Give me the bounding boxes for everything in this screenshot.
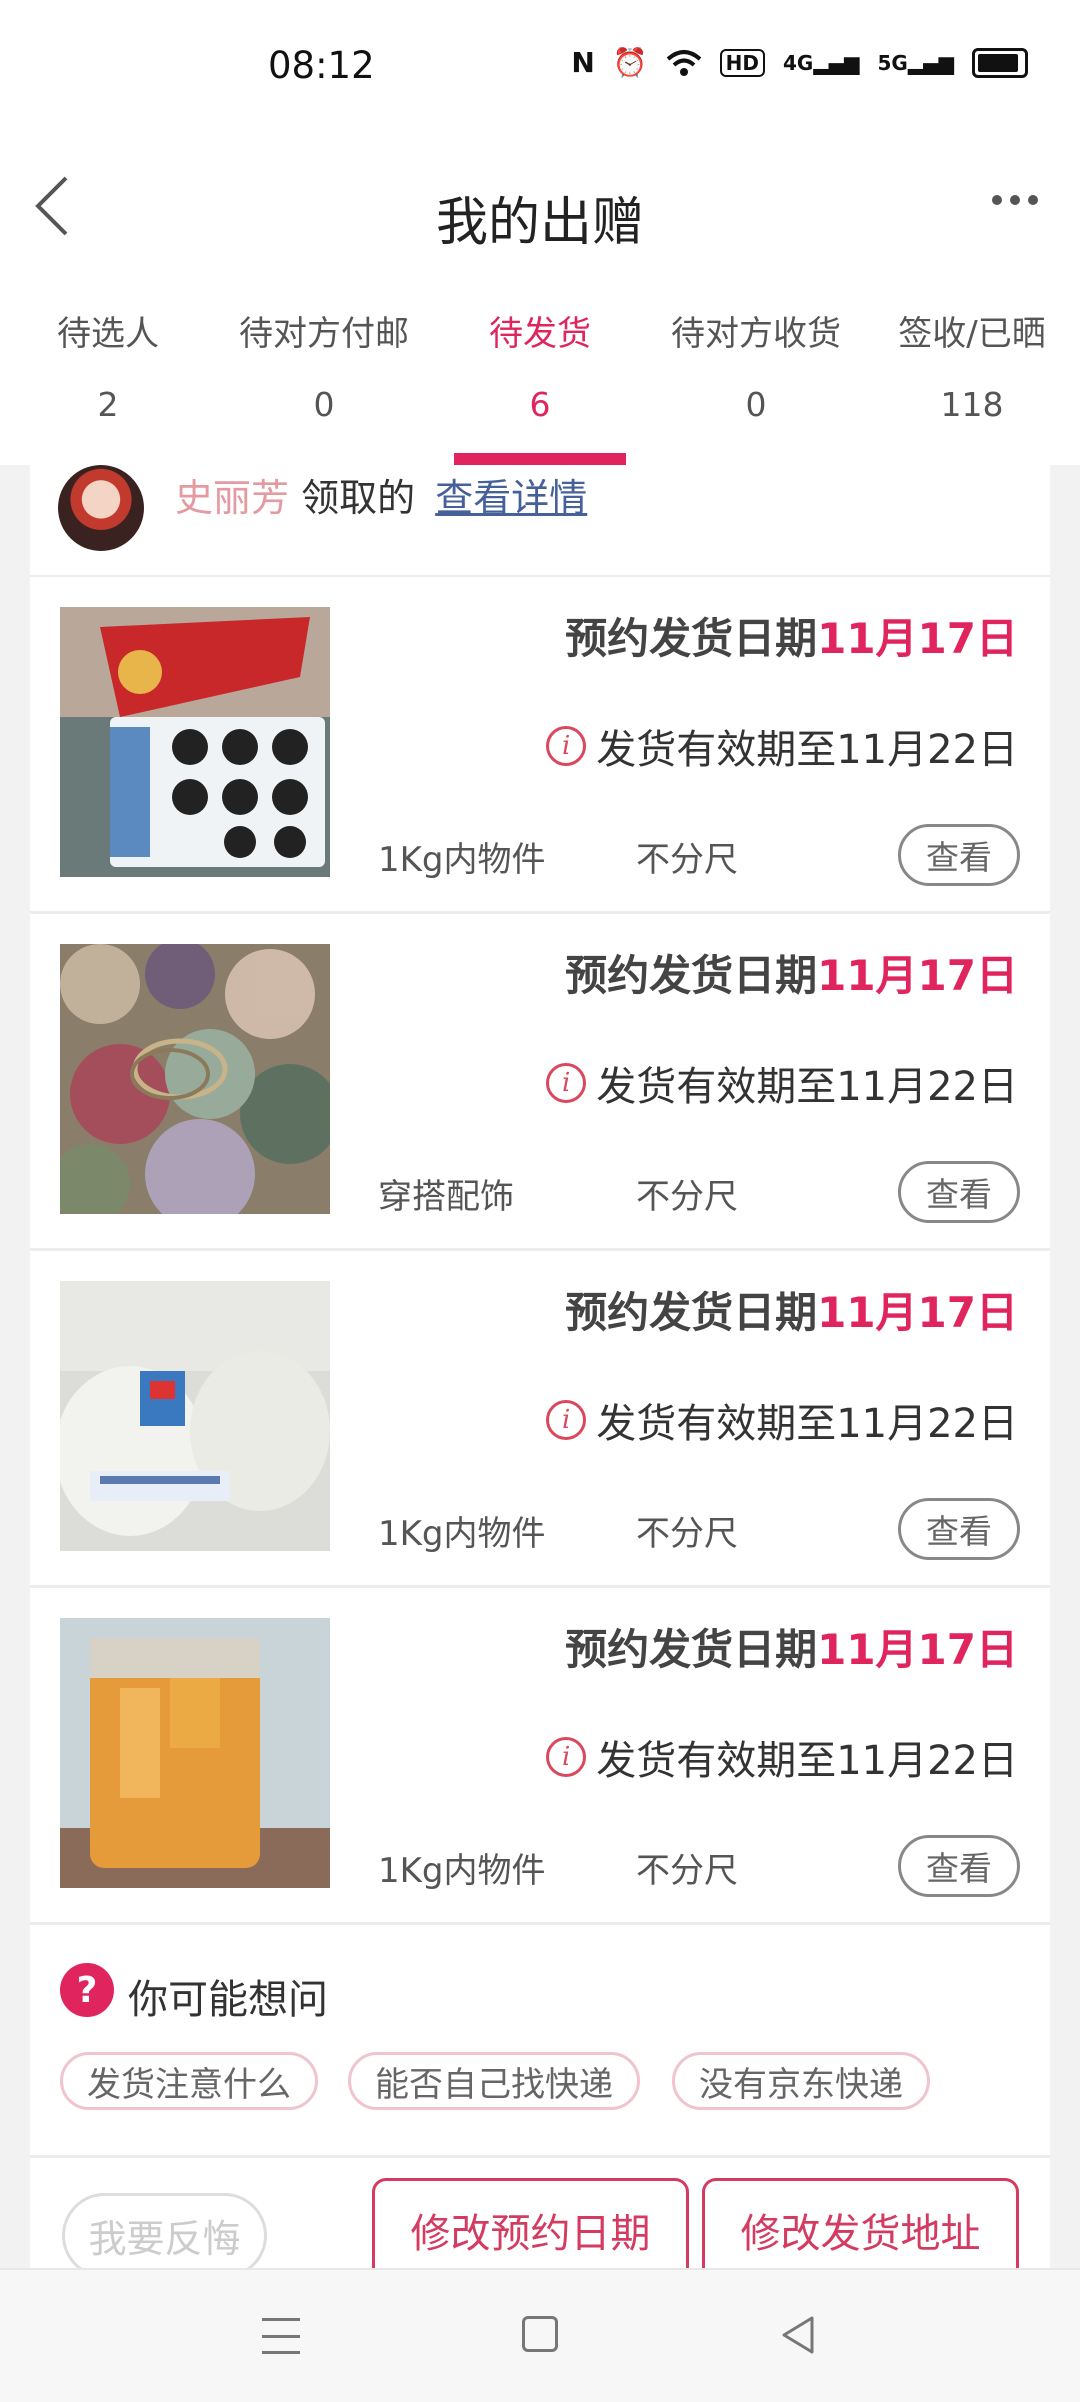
item-thumbnail[interactable] <box>60 607 330 877</box>
tab-label: 待对方收货 <box>671 314 841 354</box>
change-address-button[interactable]: 修改发货地址 <box>702 2178 1019 2278</box>
nav-bar: 我的出赠 <box>0 140 1080 280</box>
item-category: 1Kg内物件 <box>378 1851 546 1891</box>
validity-line: i 发货有效期至11月22日 <box>546 1391 1018 1449</box>
tab-count: 2 <box>97 385 119 424</box>
view-button[interactable]: 查看 <box>898 1161 1020 1223</box>
regret-button[interactable]: 我要反悔 <box>62 2193 267 2278</box>
avatar[interactable] <box>58 465 144 551</box>
question-icon: ? <box>60 1963 114 2017</box>
tab-count: 0 <box>313 385 335 424</box>
info-icon: i <box>546 1063 587 1103</box>
validity-line: i 发货有效期至11月22日 <box>546 717 1018 775</box>
nfc-icon: N <box>571 46 595 79</box>
ship-date: 预约发货日期11月17日 <box>565 614 1018 663</box>
page-title: 我的出赠 <box>435 193 644 253</box>
list-item: 预约发货日期11月17日 i 发货有效期至11月22日 1Kg内物件 不分尺 查看 <box>30 1588 1050 1925</box>
order-card: 史丽芳 领取的 查看详情 预约发货日期11月17日 i 发货有效期至11月22日 … <box>30 465 1050 2278</box>
info-icon: i <box>546 1400 587 1440</box>
tab-label: 待选人 <box>57 314 159 354</box>
tab-count: 6 <box>529 385 551 424</box>
tab-pending-receive[interactable]: 待对方收货 0 <box>648 280 864 465</box>
item-size: 不分尺 <box>636 1851 738 1891</box>
tab-received[interactable]: 签收/已晒 118 <box>864 280 1080 465</box>
item-thumbnail[interactable] <box>60 1281 330 1551</box>
alarm-icon: ⏰ <box>612 46 648 79</box>
tab-label: 待对方付邮 <box>239 314 409 354</box>
status-bar: 08:12 N ⏰ HD 4G ▂▄▆ 5G ▂▄▆ <box>0 0 1080 140</box>
claim-suffix: 领取的 <box>301 476 416 520</box>
item-thumbnail[interactable] <box>60 944 330 1214</box>
more-icon[interactable] <box>980 170 1050 230</box>
ship-date: 预约发货日期11月17日 <box>565 1625 1018 1674</box>
ship-date: 预约发货日期11月17日 <box>565 1288 1018 1337</box>
item-size: 不分尺 <box>636 840 738 880</box>
list-item: 预约发货日期11月17日 i 发货有效期至11月22日 1Kg内物件 不分尺 查看 <box>30 577 1050 914</box>
claim-text: 史丽芳 领取的 查看详情 <box>175 467 587 522</box>
view-button[interactable]: 查看 <box>898 1498 1020 1560</box>
item-category: 1Kg内物件 <box>378 840 546 880</box>
item-size: 不分尺 <box>636 1514 738 1554</box>
item-category: 穿搭配饰 <box>378 1177 514 1217</box>
tab-count: 0 <box>745 385 767 424</box>
claimer-row: 史丽芳 领取的 查看详情 <box>30 465 1050 577</box>
status-tabs: 待选人 2 待对方付邮 0 待发货 6 待对方收货 0 签收/已晒 118 <box>0 280 1080 465</box>
tab-label: 签收/已晒 <box>898 314 1046 354</box>
info-icon: i <box>546 726 587 766</box>
tab-label: 待发货 <box>489 314 591 354</box>
list-item: 预约发货日期11月17日 i 发货有效期至11月22日 1Kg内物件 不分尺 查看 <box>30 1251 1050 1588</box>
battery-icon <box>972 47 1028 78</box>
claimer-name[interactable]: 史丽芳 <box>175 476 289 520</box>
ship-date: 预约发货日期11月17日 <box>565 951 1018 1000</box>
change-date-button[interactable]: 修改预约日期 <box>372 2178 689 2278</box>
action-bar: 我要反悔 修改预约日期 修改发货地址 <box>30 2158 1050 2278</box>
tab-pending-postage[interactable]: 待对方付邮 0 <box>216 280 432 465</box>
signal-5g-icon: 5G ▂▄▆ <box>877 50 955 75</box>
signal-4g-icon: 4G ▂▄▆ <box>783 50 860 75</box>
view-button[interactable]: 查看 <box>898 1835 1020 1897</box>
status-icons: N ⏰ HD 4G ▂▄▆ 5G ▂▄▆ <box>571 46 1028 79</box>
list-item: 预约发货日期11月17日 i 发货有效期至11月22日 穿搭配饰 不分尺 查看 <box>30 914 1050 1251</box>
status-time: 08:12 <box>268 44 375 87</box>
view-button[interactable]: 查看 <box>898 824 1020 886</box>
validity-line: i 发货有效期至11月22日 <box>546 1728 1018 1786</box>
view-details-link[interactable]: 查看详情 <box>435 476 587 520</box>
item-category: 1Kg内物件 <box>378 1514 546 1554</box>
back-nav-icon[interactable] <box>778 2314 818 2356</box>
info-icon: i <box>546 1737 587 1777</box>
home-icon[interactable] <box>522 2316 558 2352</box>
tab-count: 118 <box>940 385 1004 424</box>
system-nav-bar <box>0 2268 1080 2402</box>
faq-chip[interactable]: 能否自己找快递 <box>348 2052 640 2110</box>
order-content: 史丽芳 领取的 查看详情 预约发货日期11月17日 i 发货有效期至11月22日 … <box>30 465 1050 2278</box>
wifi-icon <box>666 49 702 77</box>
item-size: 不分尺 <box>636 1177 738 1217</box>
tab-pending-ship[interactable]: 待发货 6 <box>432 280 648 465</box>
tab-pending-select[interactable]: 待选人 2 <box>0 280 216 465</box>
menu-icon[interactable] <box>262 2318 300 2354</box>
faq-title: 你可能想问 <box>128 1977 328 2023</box>
hd-badge: HD <box>719 48 765 77</box>
item-thumbnail[interactable] <box>60 1618 330 1888</box>
faq-chip[interactable]: 没有京东快递 <box>672 2052 930 2110</box>
faq-chip[interactable]: 发货注意什么 <box>60 2052 318 2110</box>
validity-line: i 发货有效期至11月22日 <box>546 1054 1018 1112</box>
faq-section: ? 你可能想问 发货注意什么 能否自己找快递 没有京东快递 <box>30 1925 1050 2158</box>
